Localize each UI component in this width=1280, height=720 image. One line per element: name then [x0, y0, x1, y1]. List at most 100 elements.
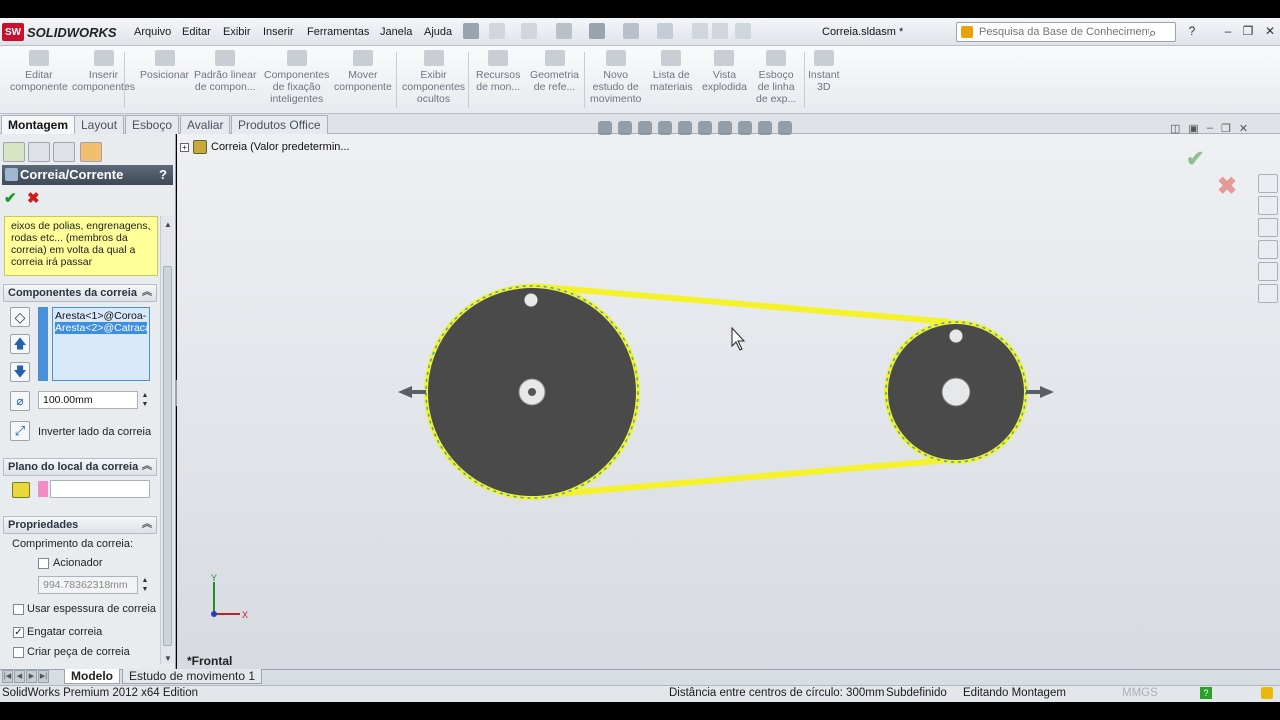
tree-root-label[interactable]: Correia (Valor predetermin... — [211, 141, 350, 153]
pm-help-button[interactable]: ? — [159, 165, 167, 185]
viewport-tile-icon[interactable]: ◫ — [1170, 122, 1180, 135]
viewport-minimize-icon[interactable]: – — [1207, 122, 1213, 135]
file-props-icon[interactable] — [712, 23, 728, 39]
ribbon-button-11[interactable]: Vista explodida — [702, 50, 747, 112]
custom-properties-icon[interactable] — [1258, 284, 1278, 303]
list-item[interactable]: Aresta<2>@Catraca — [55, 322, 149, 334]
thickness-label[interactable]: Usar espessura de correia — [27, 603, 156, 615]
section-properties-header[interactable]: Propriedades ︽ — [3, 516, 157, 534]
search-input[interactable] — [979, 26, 1149, 38]
collapse-icon[interactable]: ︽ — [142, 285, 152, 301]
select-icon[interactable] — [657, 23, 673, 39]
feature-tree-tab-icon[interactable] — [3, 142, 25, 162]
ribbon-button-0[interactable]: Editar componente — [10, 50, 68, 112]
ribbon-button-9[interactable]: Novo estudo de movimento — [590, 50, 641, 112]
view-orientation-icon[interactable] — [678, 121, 692, 135]
ribbon-button-13[interactable]: Instant 3D — [808, 50, 840, 112]
menu-ferramentas[interactable]: Ferramentas — [307, 26, 369, 38]
next-tab-icon[interactable]: ▶ — [26, 670, 37, 683]
section-components-header[interactable]: Componentes da correia ︽ — [3, 284, 157, 302]
ribbon-button-4[interactable]: Componentes de fixação inteligentes — [264, 50, 329, 112]
open-file-icon[interactable] — [521, 23, 537, 39]
section-view-icon[interactable] — [658, 121, 672, 135]
prev-tab-icon[interactable]: ◀ — [14, 670, 25, 683]
file-explorer-icon[interactable] — [1258, 218, 1278, 237]
menu-inserir[interactable]: Inserir — [263, 26, 294, 38]
zoom-to-fit-icon[interactable] — [598, 121, 612, 135]
section-plane-header[interactable]: Plano do local da correia ︽ — [3, 458, 157, 476]
driver-checkbox[interactable] — [38, 558, 49, 569]
pin-icon[interactable] — [463, 23, 479, 39]
belt-pulley-model[interactable] — [390, 270, 1070, 520]
hide-show-items-icon[interactable] — [718, 121, 732, 135]
first-tab-icon[interactable]: |◀ — [2, 670, 13, 683]
thickness-checkbox[interactable] — [13, 604, 24, 615]
diameter-spinner[interactable]: ▲ ▼ — [140, 391, 150, 409]
rebuild-icon[interactable] — [692, 23, 708, 39]
display-style-icon[interactable] — [698, 121, 712, 135]
save-icon[interactable] — [556, 23, 572, 39]
scrollbar-thumb[interactable] — [163, 266, 172, 646]
collapse-icon[interactable]: ︽ — [142, 459, 152, 475]
menu-editar[interactable]: Editar — [182, 26, 211, 38]
options-icon[interactable] — [735, 23, 751, 39]
move-down-icon[interactable]: 🡇 — [10, 362, 30, 382]
engage-label[interactable]: Engatar correia — [27, 626, 102, 638]
driver-label[interactable]: Acionador — [53, 557, 103, 569]
ok-button[interactable]: ✔ — [4, 191, 20, 207]
apply-scene-icon[interactable] — [758, 121, 772, 135]
view-palette-icon[interactable] — [1258, 240, 1278, 259]
ribbon-button-8[interactable]: Geometria de refe... — [530, 50, 579, 112]
viewport-close-icon[interactable]: ✕ — [1239, 122, 1248, 135]
menu-janela[interactable]: Janela — [380, 26, 412, 38]
status-units[interactable]: MMGS — [1122, 686, 1158, 700]
help-status-icon[interactable]: ? — [1200, 687, 1212, 699]
ribbon-button-5[interactable]: Mover componente — [334, 50, 392, 112]
menu-ajuda[interactable]: Ajuda — [424, 26, 452, 38]
previous-view-icon[interactable] — [638, 121, 652, 135]
print-icon[interactable] — [589, 23, 605, 39]
last-tab-icon[interactable]: ▶| — [38, 670, 49, 683]
confirmation-ok-icon[interactable]: ✔ — [1186, 146, 1204, 172]
ribbon-button-12[interactable]: Esboço de linha de exp... — [756, 50, 796, 112]
belt-members-list[interactable]: Aresta<1>@Coroa- Aresta<2>@Catraca — [52, 307, 150, 381]
search-icon[interactable]: ⌕ — [1149, 25, 1156, 41]
ribbon-button-1[interactable]: Inserir componentes — [72, 50, 135, 112]
tab-layout[interactable]: Layout — [74, 115, 125, 134]
view-settings-icon[interactable] — [778, 121, 792, 135]
menu-exibir[interactable]: Exibir — [223, 26, 251, 38]
ribbon-button-7[interactable]: Recursos de mon... — [476, 50, 520, 112]
create-part-checkbox[interactable] — [13, 647, 24, 658]
appearances-icon[interactable] — [1258, 262, 1278, 281]
viewport-restore-icon[interactable]: ❐ — [1221, 122, 1231, 135]
menu-arquivo[interactable]: Arquivo — [134, 26, 171, 38]
ribbon-button-3[interactable]: Padrão linear de compon... — [194, 50, 256, 112]
property-manager-tab-icon[interactable] — [28, 142, 50, 162]
create-part-label[interactable]: Criar peça de correia — [27, 646, 130, 658]
zoom-area-icon[interactable] — [618, 121, 632, 135]
design-library-icon[interactable] — [1258, 196, 1278, 215]
knowledge-search[interactable] — [956, 22, 1176, 42]
diameter-input[interactable]: 100.00mm — [38, 391, 138, 409]
tab-produtos-office[interactable]: Produtos Office — [231, 115, 328, 134]
confirmation-cancel-icon[interactable]: ✖ — [1217, 172, 1237, 201]
appearance-tab-icon[interactable] — [80, 142, 102, 162]
expand-icon[interactable]: + — [180, 142, 189, 152]
restore-window-button[interactable]: ❐ — [1240, 24, 1256, 38]
new-file-icon[interactable] — [489, 23, 505, 39]
flyout-tree[interactable]: + Correia (Valor predetermin... — [180, 140, 350, 154]
configuration-tab-icon[interactable] — [53, 142, 75, 162]
edit-appearance-icon[interactable] — [738, 121, 752, 135]
length-spinner[interactable]: ▲ ▼ — [140, 576, 150, 594]
belt-plane-field[interactable] — [50, 480, 150, 498]
move-up-icon[interactable]: 🡅 — [10, 334, 30, 354]
close-window-button[interactable]: ✕ — [1262, 24, 1278, 38]
tab-estudo-de-movimento[interactable]: Estudo de movimento 1 — [122, 669, 263, 684]
engage-checkbox[interactable]: ✓ — [13, 627, 24, 638]
home-icon[interactable] — [1258, 174, 1278, 193]
collapse-icon[interactable]: ︽ — [142, 517, 152, 533]
tab-modelo[interactable]: Modelo — [64, 669, 120, 684]
belt-length-input[interactable]: 994.78362318mm — [38, 576, 138, 594]
ribbon-button-10[interactable]: Lista de materiais — [650, 50, 693, 112]
solidworks-logo[interactable]: SW SOLIDWORKS — [2, 22, 120, 42]
